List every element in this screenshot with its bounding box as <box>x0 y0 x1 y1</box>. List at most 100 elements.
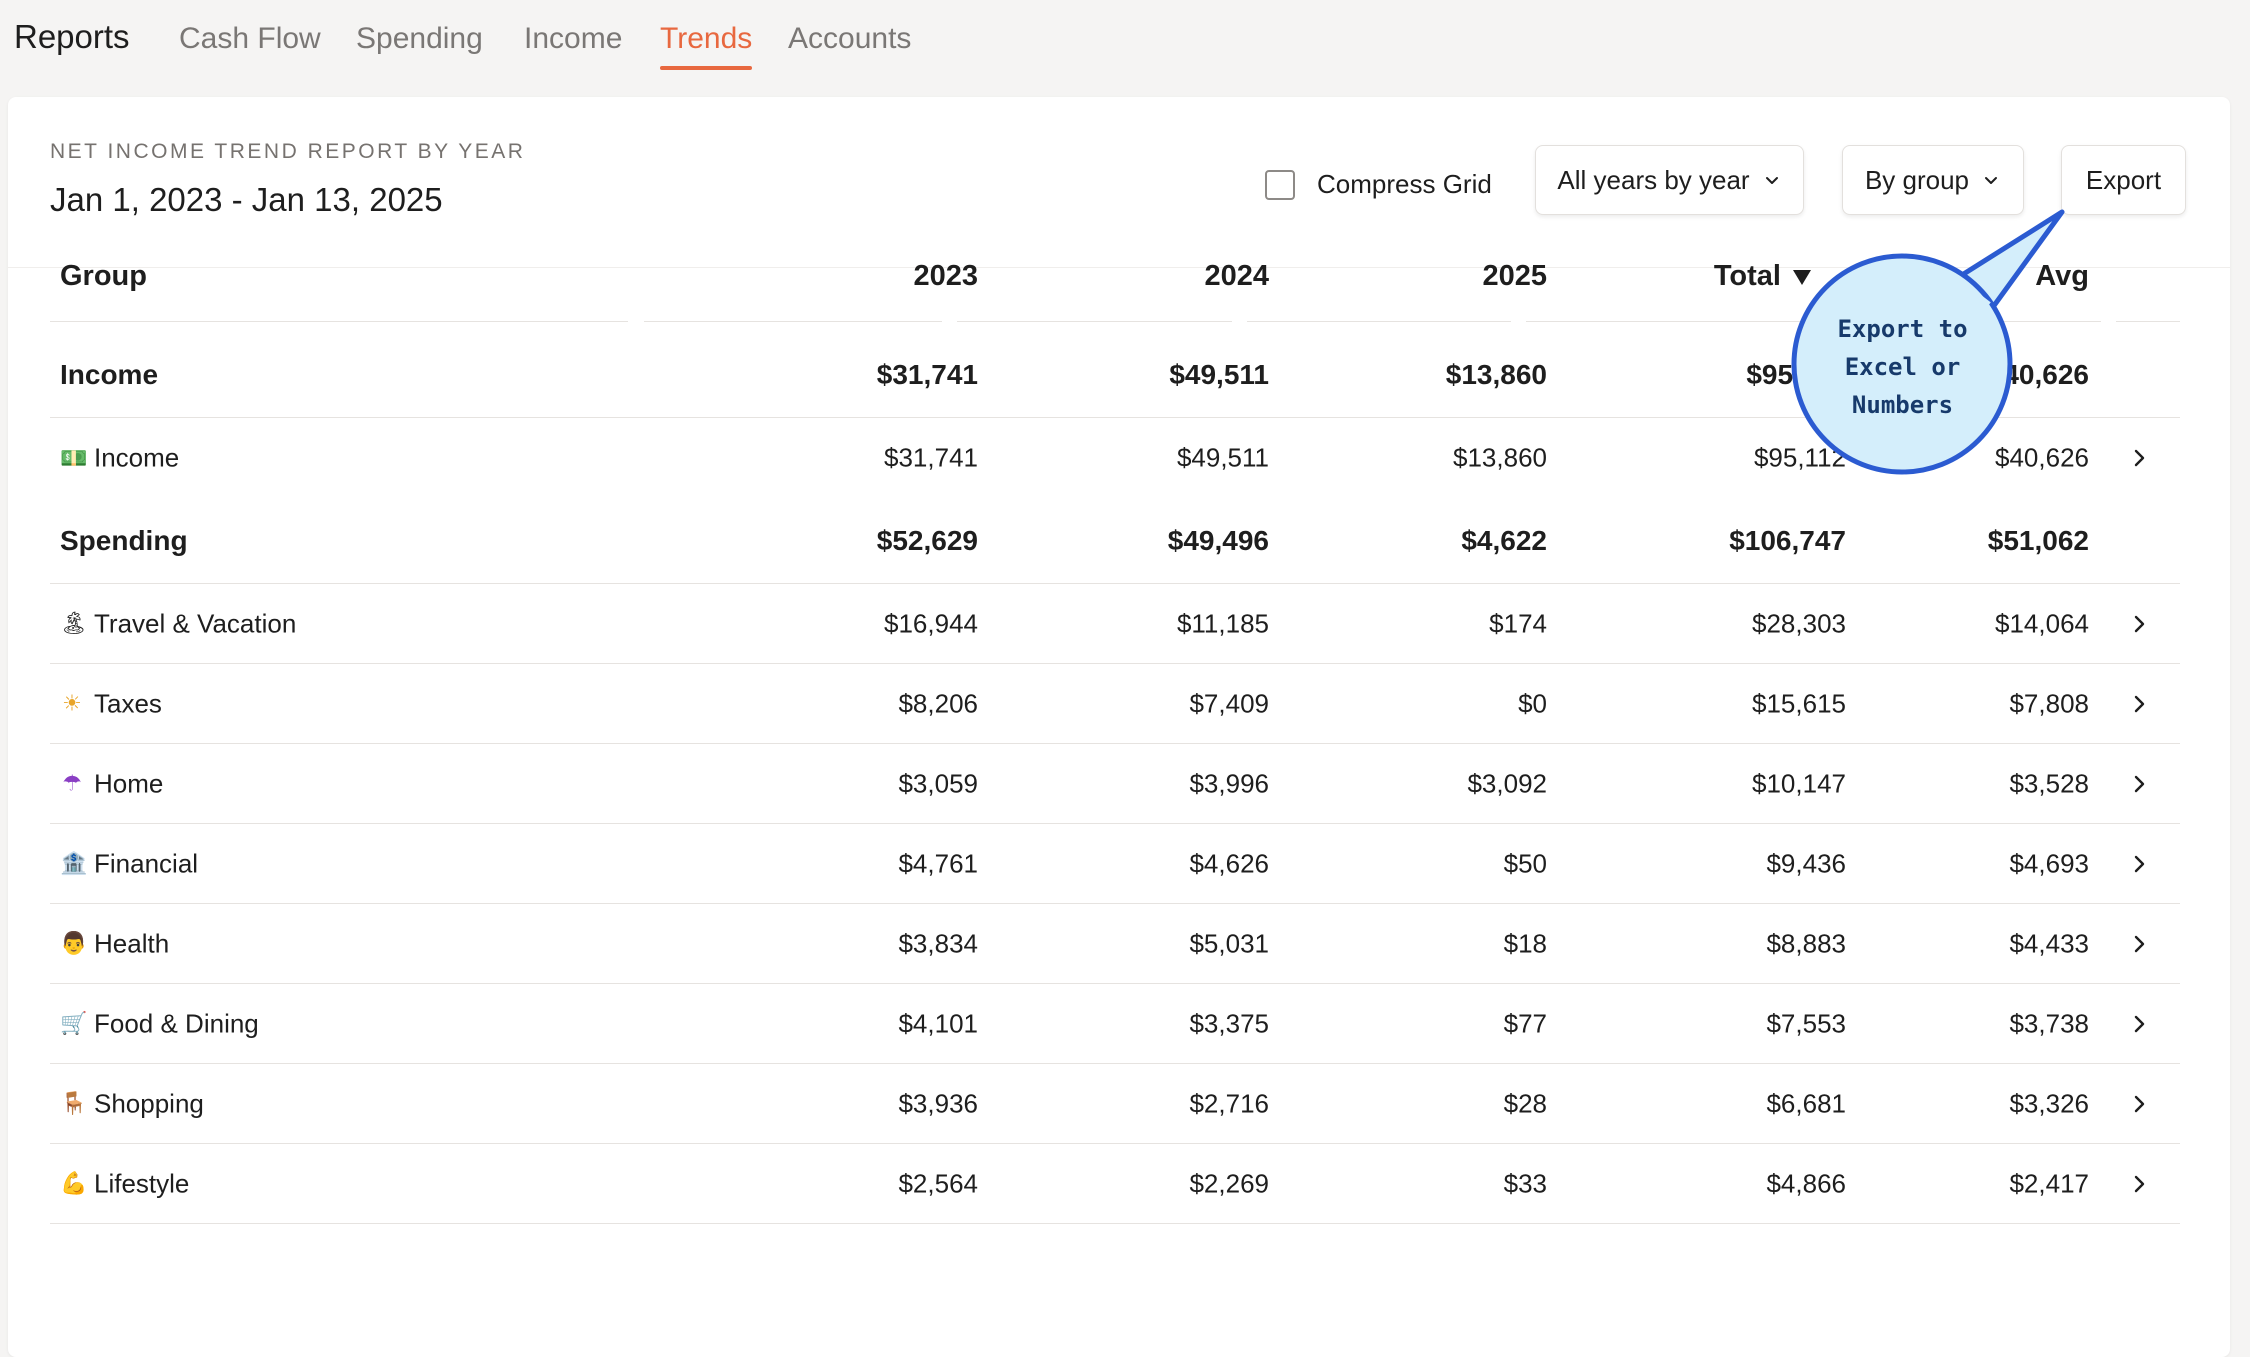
row-label: 🛒 Food & Dining <box>60 1008 259 1038</box>
period-select[interactable]: All years by year <box>1535 145 1804 215</box>
cell-2023: $8,206 <box>898 688 978 718</box>
tab-trends[interactable]: Trends <box>660 22 753 70</box>
cell-2025: $33 <box>1503 1168 1547 1198</box>
island-icon: 🏝 <box>60 610 88 636</box>
table-row[interactable]: 🏝 Travel & Vacation $16,944 $11,185 $174 … <box>50 584 2180 664</box>
cell-2023: $16,944 <box>884 608 978 638</box>
chevron-right-icon[interactable] <box>2128 933 2150 955</box>
cell-2024: $5,031 <box>1189 928 1269 958</box>
cell-2024: $3,996 <box>1189 768 1269 798</box>
cell-2025: $174 <box>1489 608 1547 638</box>
cell-2024: $2,716 <box>1189 1088 1269 1118</box>
sort-desc-icon <box>1793 269 1811 285</box>
tab-cash-flow[interactable]: Cash Flow <box>179 22 321 56</box>
chevron-right-icon[interactable] <box>2128 773 2150 795</box>
table-row[interactable]: 💪 Lifestyle $2,564 $2,269 $33 $4,866 $2,4… <box>50 1144 2180 1224</box>
cell-2023: $31,741 <box>876 358 978 390</box>
cell-avg: $40,626 <box>1995 442 2089 473</box>
row-label: 💵 Income <box>60 442 180 473</box>
table-row[interactable]: 🪑 Shopping $3,936 $2,716 $28 $6,681 $3,32… <box>50 1064 2180 1144</box>
cell-avg: $3,738 <box>2009 1008 2089 1038</box>
cell-2025: $13,860 <box>1445 358 1547 390</box>
row-label: 🏝 Travel & Vacation <box>60 608 297 638</box>
cell-2024: $11,185 <box>1176 608 1269 638</box>
chevron-right-icon[interactable] <box>2128 1173 2150 1195</box>
cell-2024: $49,511 <box>1169 358 1269 390</box>
chair-icon: 🪑 <box>60 1090 88 1116</box>
export-button[interactable]: Export <box>2061 145 2186 215</box>
cell-2023: $4,761 <box>898 848 978 878</box>
cell-2023: $4,101 <box>898 1008 978 1038</box>
cell-avg: $51,062 <box>1987 524 2089 556</box>
period-select-value: All years by year <box>1557 164 1750 195</box>
report-date-range: Jan 1, 2023 - Jan 13, 2025 <box>50 181 443 218</box>
chevron-right-icon[interactable] <box>2128 613 2150 635</box>
col-header-total-label: Total <box>1713 260 1781 292</box>
chevron-right-icon[interactable] <box>2128 1093 2150 1115</box>
sun-icon: ☀ <box>62 690 82 716</box>
cell-total: $6,681 <box>1766 1088 1846 1118</box>
flexed-biceps-icon: 💪 <box>60 1170 88 1196</box>
cell-total: $95,112 <box>1753 442 1846 473</box>
umbrella-icon: ☂ <box>62 770 82 796</box>
group-name: Income <box>60 358 159 390</box>
col-header-2025[interactable]: 2025 <box>1482 260 1547 293</box>
chevron-right-icon[interactable] <box>2128 853 2150 875</box>
col-header-group[interactable]: Group <box>60 260 147 293</box>
cell-2024: $3,375 <box>1189 1008 1269 1038</box>
cell-total: $10,147 <box>1752 768 1846 798</box>
cell-2025: $28 <box>1503 1088 1547 1118</box>
shopping-cart-icon: 🛒 <box>60 1010 88 1036</box>
chevron-right-icon[interactable] <box>2128 1013 2150 1035</box>
compress-grid-checkbox[interactable] <box>1265 169 1295 200</box>
col-header-avg[interactable]: Avg <box>2035 260 2089 293</box>
cell-2023: $2,564 <box>898 1168 978 1198</box>
cell-total: $28,303 <box>1752 608 1846 638</box>
bank-icon: 🏦 <box>60 850 88 876</box>
cell-2025: $3,092 <box>1467 768 1547 798</box>
table-row[interactable]: ☂ Home $3,059 $3,996 $3,092 $10,147 $3,52… <box>50 744 2180 824</box>
table-row[interactable]: 🏦 Financial $4,761 $4,626 $50 $9,436 $4,6… <box>50 824 2180 904</box>
cell-2024: $49,496 <box>1167 524 1269 556</box>
chevron-down-icon <box>1985 177 1998 184</box>
row-label: ☀ Taxes <box>60 688 162 719</box>
tab-spending[interactable]: Spending <box>356 22 483 56</box>
tab-accounts[interactable]: Accounts <box>788 22 911 56</box>
cell-total: $7,553 <box>1766 1008 1846 1038</box>
chevron-down-icon <box>1765 177 1778 184</box>
col-header-2023[interactable]: 2023 <box>913 260 978 293</box>
cell-avg: $4,693 <box>2009 848 2089 878</box>
cell-avg: $7,808 <box>2009 688 2089 718</box>
row-label: ☂ Home <box>60 768 163 799</box>
cell-total: $15,615 <box>1752 688 1846 718</box>
cell-avg: $3,528 <box>2009 768 2089 798</box>
cell-2024: $7,409 <box>1189 688 1269 718</box>
cell-2024: $4,626 <box>1189 848 1269 878</box>
group-name: Spending <box>60 524 188 556</box>
chevron-right-icon[interactable] <box>2128 693 2150 715</box>
row-label: 👨 Health <box>60 928 170 958</box>
cell-total: $9,436 <box>1766 848 1846 878</box>
table-row[interactable]: ☀ Taxes $8,206 $7,409 $0 $15,615 $7,808 <box>50 664 2180 744</box>
chevron-right-icon[interactable] <box>2128 447 2150 469</box>
cell-2023: $3,059 <box>898 768 978 798</box>
cell-2024: $2,269 <box>1189 1168 1269 1198</box>
group-select[interactable]: By group <box>1842 145 2024 215</box>
cell-2023: $3,834 <box>898 928 978 958</box>
cell-2023: $3,936 <box>898 1088 978 1118</box>
table-row[interactable]: 🛒 Food & Dining $4,101 $3,375 $77 $7,553 … <box>50 984 2180 1064</box>
col-header-2024[interactable]: 2024 <box>1204 260 1269 293</box>
row-label: 🏦 Financial <box>60 848 199 878</box>
col-header-total[interactable]: Total <box>1714 260 1813 293</box>
cell-total: $8,883 <box>1766 928 1846 958</box>
cell-2025: $18 <box>1503 928 1547 958</box>
cell-2025: $4,622 <box>1461 524 1547 556</box>
cell-2025: $0 <box>1518 688 1547 718</box>
table-row[interactable]: 👨 Health $3,834 $5,031 $18 $8,883 $4,433 <box>50 904 2180 984</box>
table-row[interactable]: 💵 Income $31,741 $49,511 $13,860 $95,112 … <box>50 418 2180 498</box>
compress-grid-toggle[interactable]: Compress Grid <box>1265 169 1492 200</box>
tab-income[interactable]: Income <box>524 22 622 56</box>
cell-2025: $77 <box>1503 1008 1547 1038</box>
cell-2025: $13,860 <box>1453 442 1547 473</box>
cell-total: $4,866 <box>1766 1168 1846 1198</box>
